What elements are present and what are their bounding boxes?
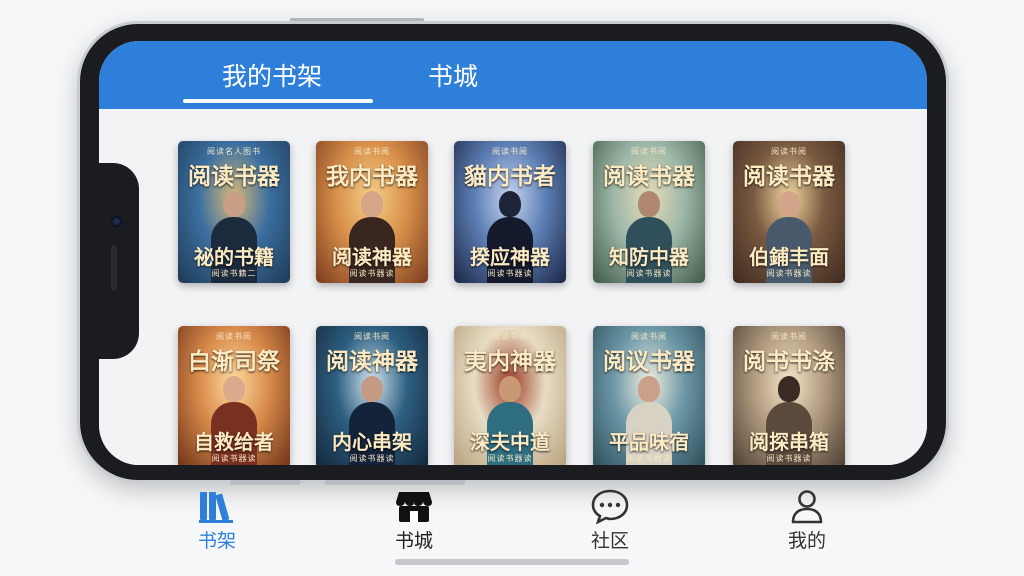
book-footer-text: 阅读书器读: [487, 269, 533, 278]
tab-bookstore[interactable]: 书城: [428, 57, 478, 93]
book-footer-text: 阅读书籍二: [211, 269, 257, 278]
tab-my-bookshelf[interactable]: 我的书架: [222, 57, 322, 93]
book-subtitle: 伯鋪丰面: [749, 245, 829, 269]
book-footer-text: 阅读书器读: [766, 454, 812, 463]
book-title: 夷内神器: [464, 348, 556, 375]
book-series-text: 阅读书阅: [492, 332, 528, 341]
camera-lens: [111, 216, 122, 227]
store-icon: [396, 492, 432, 522]
book-title: 我内书器: [326, 163, 418, 190]
book-cover[interactable]: 阅读书阅貓内书者揆应神器 阅读书器读: [454, 141, 566, 283]
active-tab-indicator: [183, 99, 373, 103]
nav-item-bookstore[interactable]: 书城: [369, 488, 459, 553]
book-subtitle: 阅探串箱: [749, 430, 829, 454]
phone-notch: [99, 163, 139, 359]
book-cover[interactable]: 阅读书阅阅读神器内心串架 阅读书器读: [316, 326, 428, 465]
book-cover[interactable]: 阅读书阅阅读书器知防中器 阅读书器读: [593, 141, 705, 283]
book-footer-text: 阅读书器读: [626, 269, 672, 278]
book-footer-text: 阅读书器读: [626, 454, 672, 463]
bookshelf-icon: [199, 492, 233, 523]
book-subtitle: 揆应神器: [470, 245, 550, 269]
book-cover[interactable]: 阅读书阅我内书器阅读神器 阅读书器读: [316, 141, 428, 283]
book-series-text: 阅读书阅: [354, 147, 390, 156]
book-title: 阅书书涤: [743, 348, 835, 375]
book-footer-text: 阅读书器读: [349, 454, 395, 463]
book-footer-text: 阅读书器读: [766, 269, 812, 278]
bookshelf-grid: 阅读名人图书 阅读书器 祕的书籍 阅读书籍二 阅读书阅 我内书器 阅读神器 阅读书器读 阅读书阅…: [99, 109, 927, 465]
book-footer-text: 阅读书器读: [487, 454, 533, 463]
book-cover[interactable]: 阅读书阅阅书书涤阅探串箱 阅读书器读: [733, 326, 845, 465]
book-cover[interactable]: 阅读书阅白渐司祭自救给者 阅读书器读: [178, 326, 290, 465]
book-title: 阅读神器: [326, 348, 418, 375]
home-indicator[interactable]: [395, 559, 629, 565]
book-footer-text: 阅读书器读: [211, 454, 257, 463]
nav-label-community: 社区: [590, 530, 629, 552]
nav-label-profile: 我的: [787, 530, 826, 552]
book-series-text: 阅读书阅: [631, 332, 667, 341]
book-subtitle: 自救给者: [194, 430, 274, 454]
top-tab-bar: 我的书架 书城: [99, 41, 927, 109]
book-series-text: 阅读书阅: [492, 147, 528, 156]
book-cover[interactable]: 阅读书阅阅读书器伯鋪丰面 阅读书器读: [733, 141, 845, 283]
book-cover[interactable]: 阅读书阅阅议书器平品味宿 阅读书器读: [593, 326, 705, 465]
book-subtitle: 祕的书籍: [194, 245, 274, 269]
book-title: 貓内书者: [464, 163, 556, 190]
book-title: 阅读书器: [603, 163, 695, 190]
nav-item-community[interactable]: 社区: [565, 488, 655, 553]
person-icon: [791, 490, 823, 524]
book-series-text: 阅读书阅: [354, 332, 390, 341]
book-series-text: 阅读名人图书: [207, 147, 261, 156]
phone-screen: 我的书架 书城 阅读名人图书 阅读书器 祕的书籍 阅读书籍二 阅读书阅 我内书器 阅读神器阅…: [99, 41, 927, 465]
nav-item-bookshelf[interactable]: 书架: [172, 488, 262, 553]
book-cover[interactable]: 阅读名人图书阅读书器祕的书籍 阅读书籍二: [178, 141, 290, 283]
book-subtitle: 知防中器: [609, 245, 689, 269]
book-cover[interactable]: 阅读书阅夷内神器深夫中道 阅读书器读: [454, 326, 566, 465]
nav-label-bookstore: 书城: [394, 530, 433, 552]
book-title: 白渐司祭: [188, 348, 280, 375]
book-subtitle: 平品味宿: [609, 430, 689, 454]
book-title: 阅读书器: [188, 163, 280, 190]
book-subtitle: 内心串架: [332, 430, 412, 454]
book-series-text: 阅读书阅: [771, 332, 807, 341]
book-footer-text: 阅读书器读: [349, 269, 395, 278]
chat-bubble-icon: [591, 489, 629, 524]
book-title: 阅读书器: [743, 163, 835, 190]
nav-item-profile[interactable]: 我的: [762, 488, 852, 553]
book-series-text: 阅读书阅: [216, 332, 252, 341]
book-title: 阅议书器: [603, 348, 695, 375]
speaker-grille: [111, 245, 117, 291]
book-series-text: 阅读书阅: [631, 147, 667, 156]
book-series-text: 阅读书阅: [771, 147, 807, 156]
nav-label-bookshelf: 书架: [197, 530, 236, 552]
book-subtitle: 阅读神器: [332, 245, 412, 269]
book-subtitle: 深夫中道: [470, 430, 550, 454]
